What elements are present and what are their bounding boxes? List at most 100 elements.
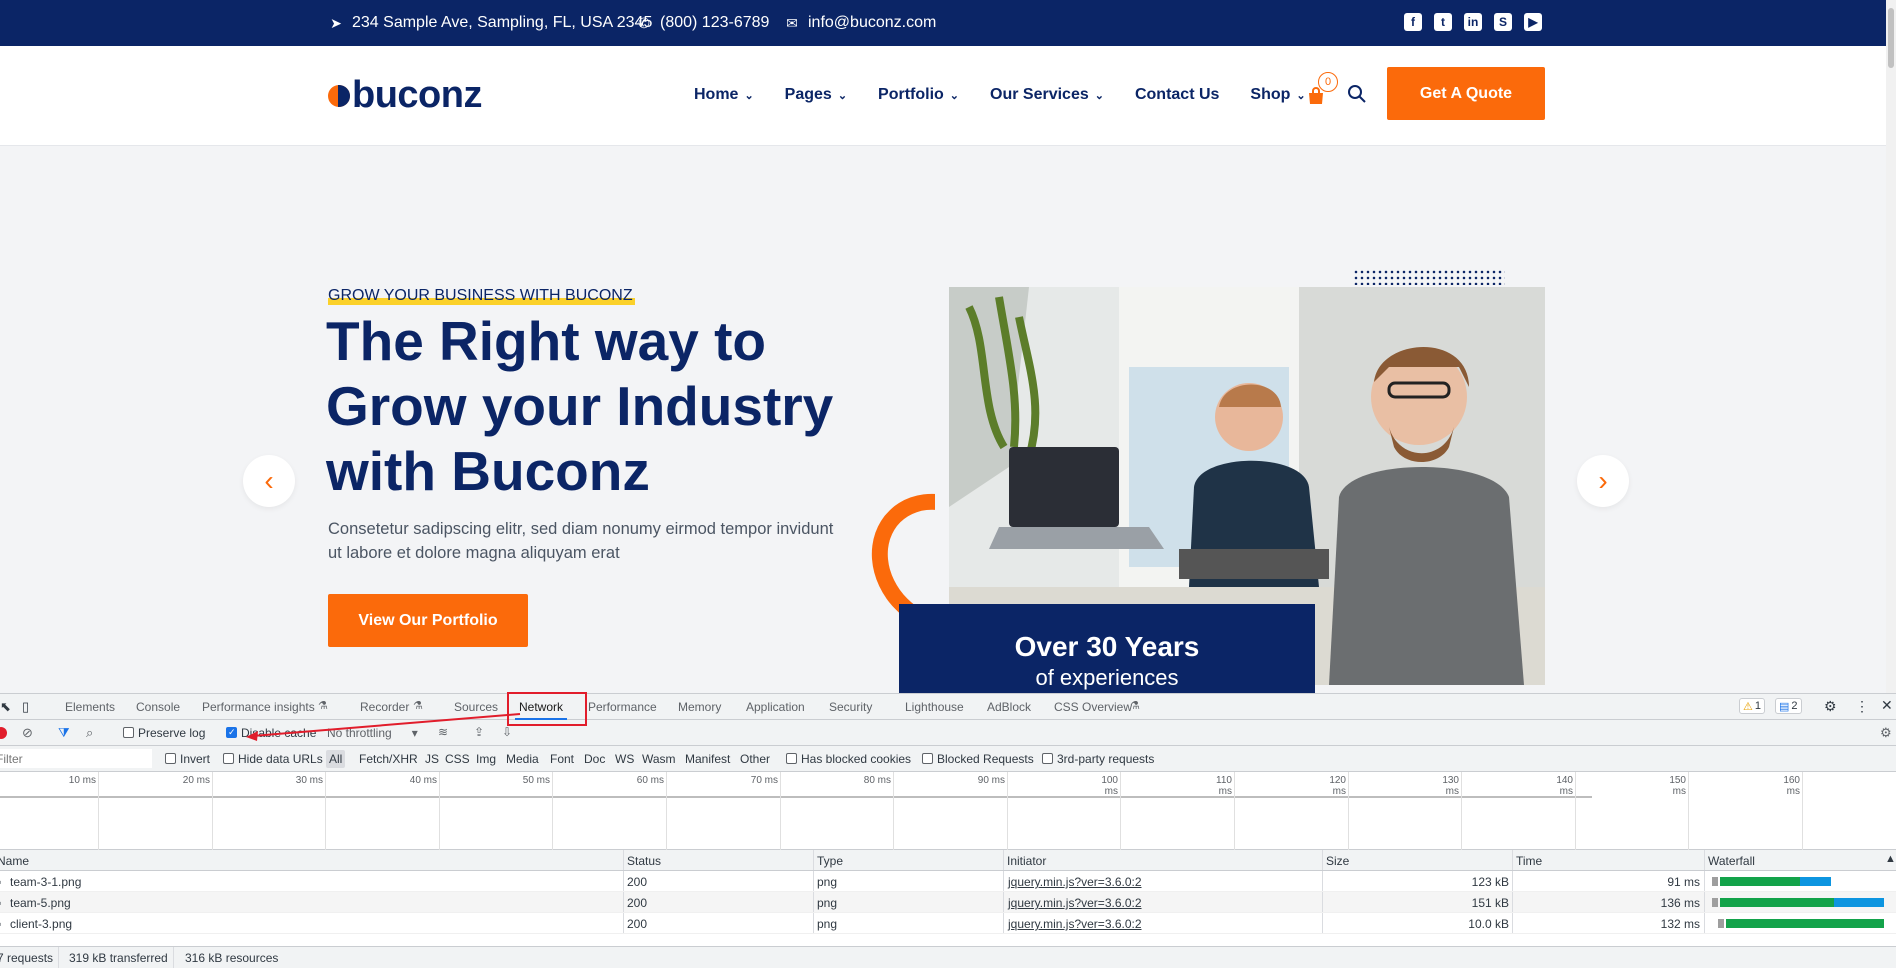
warnings-counter[interactable]: ⚠ 1 (1739, 698, 1765, 714)
table-row[interactable]: ▫ team-5.png 200 png jquery.min.js?ver=3… (0, 892, 1896, 913)
type-filter-font[interactable]: Font (550, 752, 574, 766)
slider-prev-button[interactable]: ‹ (243, 455, 295, 507)
page-scrollbar[interactable] (1886, 0, 1896, 693)
type-filter-css[interactable]: CSS (445, 752, 470, 766)
email-text[interactable]: info@buconz.com (808, 14, 936, 32)
nav-shop[interactable]: Shop ⌄ (1250, 86, 1305, 104)
col-divider[interactable] (1512, 850, 1513, 870)
network-conditions-icon[interactable]: ≋ (438, 725, 448, 739)
type-filter-media[interactable]: Media (506, 752, 539, 766)
device-toggle-icon[interactable]: ▯ (22, 699, 29, 715)
preserve-log-checkbox[interactable]: Preserve log (123, 726, 205, 740)
search-icon[interactable]: ⌕ (86, 725, 93, 741)
youtube-icon[interactable]: ▶ (1524, 13, 1542, 31)
record-button[interactable] (0, 727, 7, 739)
type-filter-all[interactable]: All (326, 750, 346, 768)
type-filter-ws[interactable]: WS (615, 752, 634, 766)
nav-pages[interactable]: Pages ⌄ (785, 86, 847, 104)
tab-performance[interactable]: Performance (588, 700, 657, 714)
nav-contact-us[interactable]: Contact Us (1135, 86, 1219, 104)
slider-next-button[interactable]: › (1577, 455, 1629, 507)
nav-our-services[interactable]: Our Services ⌄ (990, 86, 1104, 104)
disable-cache-checkbox[interactable]: Disable cache (226, 726, 316, 740)
tab-adblock[interactable]: AdBlock (987, 700, 1031, 714)
phone-info[interactable]: ✆ (800) 123-6789 (636, 14, 769, 32)
row-name[interactable]: client-3.png (10, 917, 72, 931)
more-options-icon[interactable]: ⋮ (1855, 698, 1869, 715)
type-filter-doc[interactable]: Doc (584, 752, 605, 766)
filter-input[interactable] (0, 749, 152, 768)
invert-checkbox[interactable]: Invert (165, 752, 210, 766)
invert-box[interactable] (165, 753, 176, 764)
hide-data-urls-checkbox[interactable]: Hide data URLs (223, 752, 323, 766)
col-time[interactable]: Time (1516, 854, 1542, 868)
col-divider[interactable] (813, 850, 814, 870)
disable-cache-box[interactable] (226, 727, 237, 738)
clear-icon[interactable]: ⊘ (22, 725, 33, 741)
tab-console[interactable]: Console (136, 700, 180, 714)
type-filter-manifest[interactable]: Manifest (685, 752, 730, 766)
network-overview-timeline[interactable]: 10 ms 20 ms 30 ms 40 ms 50 ms 60 ms 70 ms 80 ms… (0, 772, 1896, 850)
type-filter-fetch-xhr[interactable]: Fetch/XHR (359, 752, 418, 766)
nav-portfolio[interactable]: Portfolio ⌄ (878, 86, 959, 104)
col-status[interactable]: Status (627, 854, 661, 868)
blocked-cookies-checkbox[interactable]: Has blocked cookies (786, 752, 911, 766)
tab-elements[interactable]: Elements (65, 700, 115, 714)
col-name[interactable]: Name (0, 854, 29, 868)
nav-home[interactable]: Home ⌄ (694, 86, 754, 104)
type-filter-img[interactable]: Img (476, 752, 496, 766)
col-divider[interactable] (1704, 850, 1705, 870)
phone-text[interactable]: (800) 123-6789 (660, 14, 769, 32)
col-size[interactable]: Size (1326, 854, 1349, 868)
table-row[interactable]: ▫ client-3.png 200 png jquery.min.js?ver… (0, 913, 1896, 934)
import-har-icon[interactable]: ⇪ (474, 725, 484, 739)
row-initiator-link[interactable]: jquery.min.js?ver=3.6.0:2 (1008, 896, 1142, 910)
page-scrollbar-thumb[interactable] (1888, 8, 1894, 68)
col-initiator[interactable]: Initiator (1007, 854, 1046, 868)
sort-up-icon[interactable]: ▲ (1885, 853, 1896, 865)
inspect-element-icon[interactable]: ⬉ (0, 699, 11, 715)
tab-lighthouse[interactable]: Lighthouse (905, 700, 964, 714)
get-quote-button[interactable]: Get A Quote (1387, 67, 1545, 120)
type-filter-wasm[interactable]: Wasm (642, 752, 676, 766)
messages-counter[interactable]: ▤ 2 (1775, 698, 1802, 714)
type-filter-other[interactable]: Other (740, 752, 770, 766)
tab-application[interactable]: Application (746, 700, 805, 714)
site-logo[interactable]: buconz (328, 74, 482, 117)
tab-css-overview[interactable]: CSS Overview (1054, 700, 1132, 714)
col-divider[interactable] (623, 850, 624, 870)
row-name[interactable]: team-3-1.png (10, 875, 81, 889)
skype-icon[interactable]: S (1494, 13, 1512, 31)
col-type[interactable]: Type (817, 854, 843, 868)
row-initiator-link[interactable]: jquery.min.js?ver=3.6.0:2 (1008, 875, 1142, 889)
third-party-box[interactable] (1042, 753, 1053, 764)
filter-icon[interactable]: ⧩ (58, 725, 70, 741)
twitter-icon[interactable]: t (1434, 13, 1452, 31)
tab-recorder[interactable]: Recorder (360, 700, 409, 714)
blocked-cookies-box[interactable] (786, 753, 797, 764)
email-info[interactable]: ✉ info@buconz.com (784, 14, 936, 32)
view-portfolio-button[interactable]: View Our Portfolio (328, 594, 528, 647)
export-har-icon[interactable]: ⇩ (502, 725, 512, 739)
col-divider[interactable] (1003, 850, 1004, 870)
network-settings-icon[interactable]: ⚙ (1880, 725, 1892, 741)
throttling-select[interactable]: No throttling ▾ (327, 726, 418, 740)
facebook-icon[interactable]: f (1404, 13, 1422, 31)
linkedin-icon[interactable]: in (1464, 13, 1482, 31)
tab-memory[interactable]: Memory (678, 700, 721, 714)
preserve-log-box[interactable] (123, 727, 134, 738)
blocked-requests-box[interactable] (922, 753, 933, 764)
tab-sources[interactable]: Sources (454, 700, 498, 714)
col-waterfall[interactable]: Waterfall (1708, 854, 1755, 868)
settings-gear-icon[interactable]: ⚙ (1824, 698, 1837, 715)
search-icon[interactable] (1347, 84, 1367, 110)
close-devtools-icon[interactable]: ✕ (1881, 697, 1893, 714)
blocked-requests-checkbox[interactable]: Blocked Requests (922, 752, 1034, 766)
tab-security[interactable]: Security (829, 700, 872, 714)
type-filter-js[interactable]: JS (425, 752, 439, 766)
row-initiator-link[interactable]: jquery.min.js?ver=3.6.0:2 (1008, 917, 1142, 931)
hide-data-urls-box[interactable] (223, 753, 234, 764)
tab-performance-insights[interactable]: Performance insights (202, 700, 315, 714)
table-row[interactable]: ▫ team-3-1.png 200 png jquery.min.js?ver… (0, 871, 1896, 892)
col-divider[interactable] (1322, 850, 1323, 870)
